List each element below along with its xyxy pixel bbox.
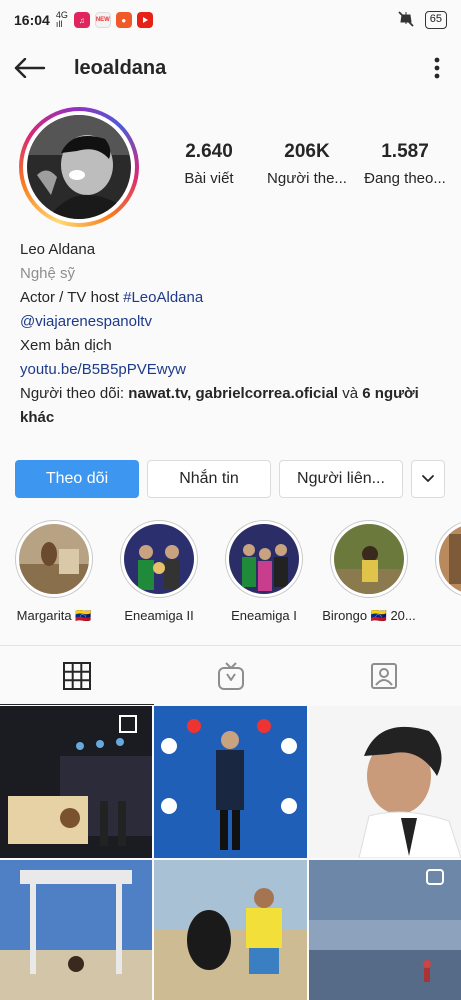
following-count: 1.587 [381, 141, 429, 162]
battery-indicator: 65 [424, 11, 447, 29]
highlight-item[interactable]: Eneamiga I [214, 520, 314, 623]
followed-by-others: 6 người [362, 385, 419, 402]
bio-mention-link[interactable]: @viajarenespanoltv [20, 310, 450, 334]
grid-post[interactable] [154, 706, 307, 858]
tab-igtv[interactable] [154, 646, 308, 705]
grid-post[interactable] [0, 860, 152, 1000]
profile-tabs [0, 645, 461, 705]
highlight-cover [19, 524, 89, 594]
mute-icon [397, 10, 415, 31]
bio-hashtag-link[interactable]: #LeoAldana [123, 289, 203, 306]
following-label: Đang theo... [364, 170, 446, 187]
status-bar: 16:04 4G ıll ♫ NEW ● 65 [0, 0, 461, 40]
highlight-cover [124, 524, 194, 594]
followers-count: 206K [284, 141, 330, 162]
followers-label: Người the... [267, 170, 347, 187]
signal-bars: ıll [55, 19, 63, 29]
highlight-item[interactable]: Margarita 🇻🇪 [4, 520, 104, 624]
posts-grid [0, 706, 461, 1000]
avatar-photo [27, 115, 131, 219]
posts-count: 2.640 [185, 141, 233, 162]
grid-icon [62, 661, 91, 690]
back-arrow-icon [14, 58, 46, 78]
bio-description-text: Actor / TV host [20, 289, 124, 306]
tab-posts-grid[interactable] [0, 646, 154, 705]
followed-by-names: nawat.tv, gabrielcorrea.oficial [128, 385, 339, 402]
status-time: 16:04 [14, 12, 50, 28]
see-translation-link[interactable]: Xem bản dịch [20, 334, 450, 358]
tagged-icon [371, 662, 398, 689]
followed-by-line[interactable]: Người theo dõi: nawat.tv, gabrielcorrea.… [20, 382, 450, 406]
contact-button[interactable]: Người liên... [279, 460, 403, 498]
message-button[interactable]: Nhắn tin [147, 460, 271, 498]
highlight-label: Margarita 🇻🇪 [16, 608, 92, 623]
followed-by-others-cont[interactable]: khác [20, 406, 450, 430]
followed-by-and: và [338, 385, 363, 402]
story-highlights: Margarita 🇻🇪 Eneamiga II Eneamiga I Biro… [0, 520, 461, 632]
followed-by-prefix: Người theo dõi: [20, 385, 129, 402]
website-link[interactable]: youtu.be/B5B5pPVEwyw [20, 358, 450, 382]
posts-label: Bài viết [184, 170, 234, 187]
highlight-label: Eneamiga I [231, 608, 297, 623]
follow-button[interactable]: Theo dõi [15, 460, 139, 498]
tab-tagged[interactable] [307, 646, 461, 705]
shopping-app-icon: ● [115, 12, 132, 28]
profile-header: leoaldana [0, 40, 461, 96]
profile-bio: Leo Aldana Nghệ sỹ Actor / TV host #LeoA… [20, 238, 450, 430]
following-stat[interactable]: 1.587 Đang theo... [358, 140, 452, 187]
youtube-icon [136, 12, 153, 28]
highlight-label: Birongo 🇻🇪 20... [322, 608, 416, 623]
profile-stats: 2.640 Bài viết 206K Người the... 1.587 Đ… [162, 140, 452, 187]
posts-stat[interactable]: 2.640 Bài viết [162, 140, 256, 187]
profile-username: leoaldana [74, 56, 167, 79]
highlight-cover [229, 524, 299, 594]
highlight-cover [334, 524, 404, 594]
highlight-item[interactable]: 🥇 [424, 520, 461, 624]
grid-post[interactable] [309, 860, 461, 1000]
highlight-cover [439, 524, 461, 594]
music-app-icon: ♫ [73, 12, 90, 28]
news-app-icon: NEW [94, 12, 111, 28]
chevron-down-icon [422, 475, 434, 482]
igtv-icon [217, 661, 244, 690]
kebab-menu-icon [434, 57, 440, 79]
followers-stat[interactable]: 206K Người the... [260, 140, 354, 187]
suggested-accounts-button[interactable] [411, 460, 445, 498]
highlight-label: Eneamiga II [124, 608, 194, 623]
more-options-button[interactable] [427, 51, 447, 85]
network-indicator: 4G ıll [56, 11, 68, 29]
highlight-item[interactable]: Birongo 🇻🇪 20... [319, 520, 419, 624]
profile-actions: Theo dõi Nhắn tin Người liên... [15, 460, 447, 498]
grid-post[interactable] [309, 706, 461, 858]
profile-avatar[interactable] [19, 107, 139, 227]
bio-description: Actor / TV host #LeoAldana [20, 286, 450, 310]
profile-category: Nghệ sỹ [20, 265, 76, 282]
grid-post[interactable] [0, 706, 152, 858]
highlight-label: 🥇 [424, 608, 461, 624]
grid-post[interactable] [154, 860, 307, 1000]
back-button[interactable] [14, 51, 48, 85]
profile-name: Leo Aldana [20, 241, 96, 258]
highlight-item[interactable]: Eneamiga II [109, 520, 209, 623]
